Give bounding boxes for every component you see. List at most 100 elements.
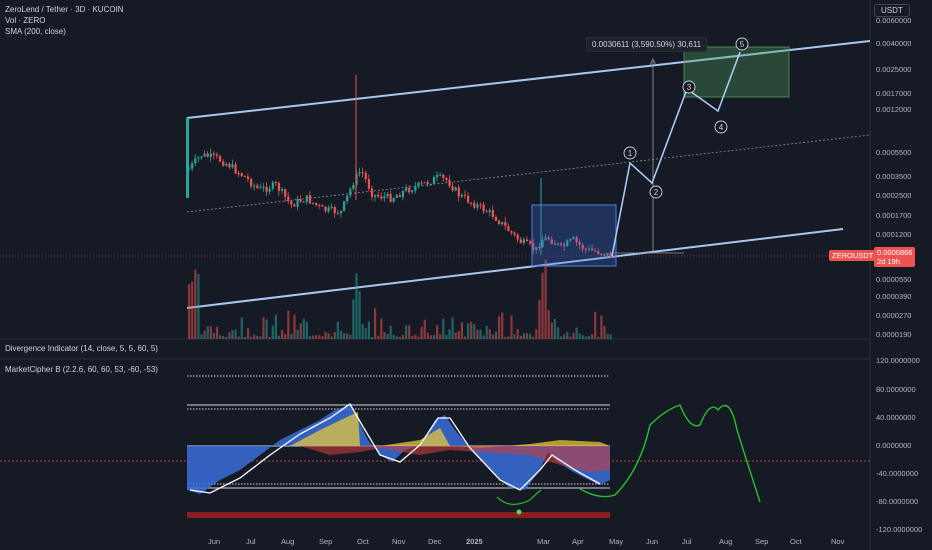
- candle-body: [463, 194, 467, 196]
- candle-body: [324, 206, 327, 212]
- volume-bar: [476, 329, 479, 339]
- candle-body: [318, 205, 321, 207]
- volume-bar: [451, 317, 454, 339]
- volume-bar: [420, 326, 423, 339]
- candle-body: [442, 174, 445, 179]
- candle-body: [467, 195, 470, 203]
- volume-bar: [206, 326, 209, 339]
- volume-bar: [401, 334, 405, 339]
- candle-body: [250, 179, 253, 187]
- osc-axis-label: 0.0000000: [876, 441, 912, 450]
- candle-body: [398, 195, 401, 197]
- candle-body: [389, 193, 392, 202]
- candle-body: [215, 154, 219, 156]
- candle-body: [488, 210, 491, 213]
- candle-body: [420, 182, 423, 184]
- candle-body: [426, 182, 429, 185]
- candle-countdown: 2d 19h: [877, 257, 900, 266]
- candle-body: [522, 239, 525, 244]
- chart-canvas[interactable]: 1 2 3 4 5: [0, 0, 932, 550]
- candle-body: [491, 210, 494, 217]
- candle-body: [327, 207, 330, 212]
- volume-bar: [386, 333, 389, 339]
- volume-bar: [377, 335, 380, 339]
- symbol-title[interactable]: ZeroLend / Tether · 3D · KUCOIN: [5, 4, 124, 15]
- volume-bar: [395, 336, 398, 339]
- price-axis-label: 0.0005500: [876, 148, 912, 157]
- candle-body: [364, 173, 367, 180]
- wave-marker-label: 2: [654, 188, 659, 197]
- volume-bar: [191, 281, 194, 339]
- rsi-bar: [187, 512, 610, 518]
- candle-body: [203, 153, 206, 157]
- volume-bar: [572, 332, 575, 339]
- volume-bar: [507, 336, 510, 339]
- candle-body: [293, 204, 296, 207]
- candle-body: [392, 198, 395, 202]
- volume-bar: [525, 333, 529, 339]
- candle-body: [206, 153, 209, 157]
- candle-body: [287, 196, 290, 201]
- candle-body: [312, 202, 315, 204]
- time-axis-label: Jun: [646, 537, 659, 546]
- volume-bar: [367, 321, 370, 339]
- volume-bar: [268, 336, 271, 339]
- volume-bar: [358, 291, 361, 339]
- volume-bar: [457, 331, 460, 339]
- sma-legend[interactable]: SMA (200, close): [5, 26, 124, 37]
- candle-body: [191, 163, 194, 169]
- candle-body: [479, 204, 482, 206]
- volume-legend[interactable]: Vol · ZERO: [5, 15, 124, 26]
- candle-body: [219, 155, 222, 162]
- candle-body: [290, 200, 293, 205]
- osc-axis-label: -40.0000000: [876, 469, 919, 478]
- price-axis-label: 0.0025000: [876, 65, 912, 74]
- price-axis-label: 0.0003500: [876, 172, 912, 181]
- volume-bar: [544, 259, 547, 339]
- time-axis-label: Apr: [572, 537, 584, 546]
- candle-body: [529, 241, 532, 244]
- volume-bar: [355, 273, 358, 339]
- divergence-legend[interactable]: Divergence Indicator (14, close, 5, 5, 6…: [5, 343, 158, 354]
- volume-bar: [603, 326, 606, 339]
- time-axis-label: Nov: [831, 537, 845, 546]
- candle-body: [429, 183, 432, 185]
- volume-bar: [491, 334, 494, 339]
- candle-body: [370, 188, 374, 197]
- candle-body: [470, 202, 473, 204]
- candle-body: [321, 205, 324, 207]
- volume-bar: [200, 334, 203, 339]
- volume-bar: [271, 325, 274, 339]
- volume-bar: [290, 334, 293, 339]
- candle-body: [408, 187, 411, 193]
- consolidation-box: [531, 204, 617, 267]
- volume-bar: [485, 325, 488, 339]
- candle-body: [231, 164, 234, 168]
- candle-body: [525, 239, 529, 242]
- time-axis-label: Sep: [755, 537, 769, 546]
- candle-body: [333, 207, 336, 214]
- candle-body: [240, 173, 243, 176]
- candle-body: [498, 220, 501, 225]
- volume-bar: [600, 315, 603, 339]
- osc-axis-label: 120.0000000: [876, 356, 920, 365]
- divergence-curve: [496, 489, 542, 505]
- wave-marker-label: 5: [740, 40, 745, 49]
- money-flow-red: [300, 446, 610, 472]
- candle-body: [256, 185, 259, 188]
- candle-body: [305, 195, 308, 202]
- candle-body: [395, 195, 398, 199]
- time-axis-label: Dec: [428, 537, 442, 546]
- volume-bar: [494, 331, 498, 339]
- cipher-legend[interactable]: MarketCipher B (2.2.6, 60, 60, 53, -60, …: [5, 364, 158, 375]
- volume-bar: [578, 333, 581, 339]
- volume-bar: [560, 336, 563, 339]
- volume-bar: [374, 308, 377, 339]
- candle-body: [432, 177, 436, 184]
- price-axis-label: 0.0000190: [876, 330, 912, 339]
- volume-bar: [556, 327, 560, 339]
- volume-bar: [305, 321, 308, 339]
- buy-dot: [516, 509, 522, 515]
- volume-bar: [504, 336, 507, 339]
- volume-bar: [246, 328, 250, 339]
